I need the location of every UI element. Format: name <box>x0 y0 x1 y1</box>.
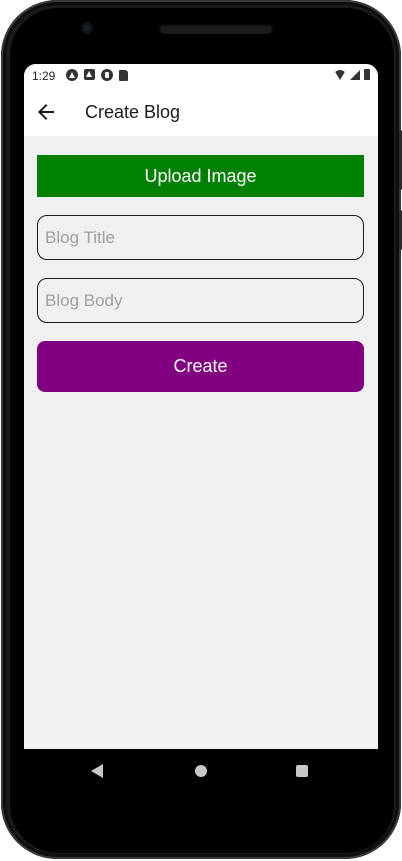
navigation-bar <box>24 749 378 793</box>
nav-recents-icon[interactable] <box>296 765 308 777</box>
android-auto-icon <box>66 69 78 81</box>
front-camera <box>81 22 93 34</box>
nav-back-icon[interactable] <box>91 764 103 778</box>
app-screen: 1:29 Create Blog Upload Image Blog Title… <box>24 64 378 749</box>
battery-icon <box>364 69 370 80</box>
status-time: 1:29 <box>32 69 56 83</box>
status-bar: 1:29 <box>24 64 378 88</box>
blog-title-input[interactable] <box>38 216 363 259</box>
play-icon <box>101 69 113 81</box>
wifi-icon <box>334 69 346 80</box>
sd-card-icon <box>119 70 128 81</box>
blog-title-field[interactable] <box>37 215 364 260</box>
system-icons <box>334 69 370 80</box>
upload-image-button[interactable]: Upload Image <box>37 155 364 197</box>
cellular-signal-icon <box>350 69 360 80</box>
blog-body-input[interactable] <box>38 279 363 322</box>
earpiece-speaker <box>159 24 273 34</box>
blog-body-field[interactable] <box>37 278 364 323</box>
app-store-icon <box>84 69 95 80</box>
app-bar: Create Blog <box>24 88 378 136</box>
arrow-left-icon <box>38 104 54 120</box>
nav-home-icon[interactable] <box>195 765 207 777</box>
device-frame: 1:29 Create Blog Upload Image Blog Title… <box>0 0 402 861</box>
back-button[interactable] <box>34 100 58 124</box>
notification-icons <box>66 69 128 81</box>
create-button[interactable]: Create <box>37 341 364 392</box>
page-title: Create Blog <box>85 102 181 122</box>
